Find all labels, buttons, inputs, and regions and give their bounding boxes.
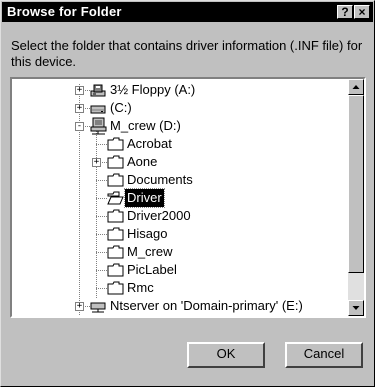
- tree-item-hisago[interactable]: Hisago: [12, 225, 332, 243]
- folder-icon: [107, 281, 124, 295]
- folder-tree[interactable]: + 3½ Floppy (A:) + (C:) - M_crew (D:) Ac…: [10, 77, 366, 318]
- tree-item-driver[interactable]: Driver: [12, 188, 332, 208]
- folder-icon: [107, 137, 124, 151]
- arrow-up-icon: [352, 85, 360, 89]
- tree-item-label: Rmc: [127, 280, 154, 295]
- tree-item-d-drive[interactable]: M_crew (D:): [12, 117, 332, 135]
- ok-button[interactable]: OK: [187, 342, 265, 368]
- vertical-scrollbar[interactable]: [348, 79, 364, 316]
- network-drive-icon: [90, 302, 106, 313]
- tree-item-c-drive[interactable]: (C:): [12, 99, 332, 117]
- open-folder-icon: [107, 191, 124, 205]
- tree-item-e-drive[interactable]: Ntserver on 'Domain-primary' (E:): [12, 297, 332, 315]
- tree-item-label: PicLabel: [127, 262, 177, 277]
- folder-icon: [107, 155, 124, 169]
- tree-item-acrobat[interactable]: Acrobat: [12, 135, 332, 153]
- network-drive-icon: [90, 117, 107, 135]
- tree-item-label: Ntserver on 'Domain-primary' (E:): [110, 298, 303, 313]
- tree-item-documents[interactable]: Documents: [12, 171, 332, 189]
- scroll-up-button[interactable]: [348, 79, 364, 95]
- cancel-button[interactable]: Cancel: [285, 342, 363, 368]
- close-button[interactable]: ×: [354, 5, 370, 19]
- tree-item-floppy[interactable]: 3½ Floppy (A:): [12, 81, 332, 99]
- tree-item-aone[interactable]: Aone: [12, 153, 332, 171]
- tree-item-label-selected: Driver: [124, 188, 165, 208]
- instruction-text: Select the folder that contains driver i…: [11, 38, 363, 69]
- tree-item-label: M_crew: [127, 244, 173, 259]
- tree-item-label: Hisago: [127, 226, 168, 241]
- tree-item-label: Aone: [127, 154, 158, 169]
- dialog-title: Browse for Folder: [7, 4, 122, 19]
- folder-icon: [107, 173, 124, 187]
- tree-item-label: Acrobat: [127, 136, 172, 151]
- folder-icon: [107, 227, 124, 241]
- folder-icon: [107, 245, 124, 259]
- tree-item-label: 3½ Floppy (A:): [110, 82, 196, 97]
- tree-item-piclabel[interactable]: PicLabel: [12, 261, 332, 279]
- hard-drive-icon: [90, 105, 106, 114]
- tree-item-label: (C:): [110, 100, 132, 115]
- title-bar[interactable]: Browse for Folder ? ×: [2, 2, 373, 22]
- folder-icon: [107, 209, 124, 223]
- scroll-down-button[interactable]: [348, 300, 364, 316]
- help-button[interactable]: ?: [337, 5, 353, 19]
- tree-item-rmc[interactable]: Rmc: [12, 279, 332, 297]
- tree-item-label: Documents: [127, 172, 193, 187]
- tree-item-m-crew[interactable]: M_crew: [12, 243, 332, 261]
- browse-for-folder-dialog: Browse for Folder ? × Select the folder …: [0, 0, 375, 387]
- floppy-drive-icon: [90, 84, 106, 97]
- tree-item-label: Driver2000: [127, 208, 191, 223]
- folder-icon: [107, 263, 124, 277]
- scrollbar-thumb[interactable]: [348, 95, 364, 273]
- tree-item-driver2000[interactable]: Driver2000: [12, 207, 332, 225]
- tree-item-label: M_crew (D:): [110, 118, 181, 133]
- arrow-down-icon: [352, 306, 360, 310]
